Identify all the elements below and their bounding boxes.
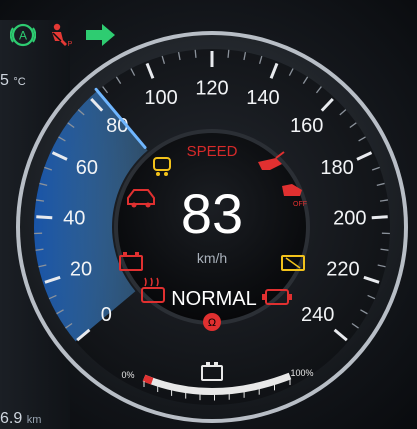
fuel-level-bar (142, 374, 154, 385)
svg-text:P: P (68, 41, 73, 48)
brake-system-icon: Ω (203, 313, 221, 331)
tick-label: 0 (101, 304, 112, 326)
speed-value: 83 (181, 182, 243, 245)
speed-header-label: SPEED (187, 143, 238, 160)
tick-label: 140 (246, 87, 279, 109)
svg-text:A: A (19, 29, 27, 43)
tick-label: 240 (301, 304, 334, 326)
major-tick (36, 215, 53, 220)
seatbelt-warning-icon: P (46, 22, 74, 48)
fuel-empty-label: 0% (121, 370, 134, 380)
speed-unit: km/h (197, 250, 227, 266)
auto-hold-icon: A (10, 22, 36, 48)
tick-label: 120 (195, 77, 228, 99)
status-icons-bar: A P (10, 22, 118, 48)
tick-label: 100 (144, 87, 177, 109)
minor-tick (227, 49, 230, 58)
tick-label: 200 (333, 207, 366, 229)
tick-label: 220 (326, 259, 359, 281)
turn-right-arrow-icon (84, 22, 118, 48)
speedometer-gauge: 020406080100 120 140160180200220240 SPEED … (16, 31, 408, 423)
svg-text:OFF: OFF (293, 201, 307, 208)
svg-text:Ω: Ω (208, 317, 216, 329)
major-tick (371, 215, 388, 220)
tick-label: 60 (76, 157, 98, 179)
tick-label: 160 (290, 115, 323, 137)
minor-tick (194, 49, 197, 58)
drive-mode-label: NORMAL (171, 288, 257, 310)
fuel-full-label: 100% (290, 368, 313, 378)
tick-label: 40 (63, 207, 85, 229)
tick-label: 180 (320, 157, 353, 179)
tick-label: 20 (70, 259, 92, 281)
